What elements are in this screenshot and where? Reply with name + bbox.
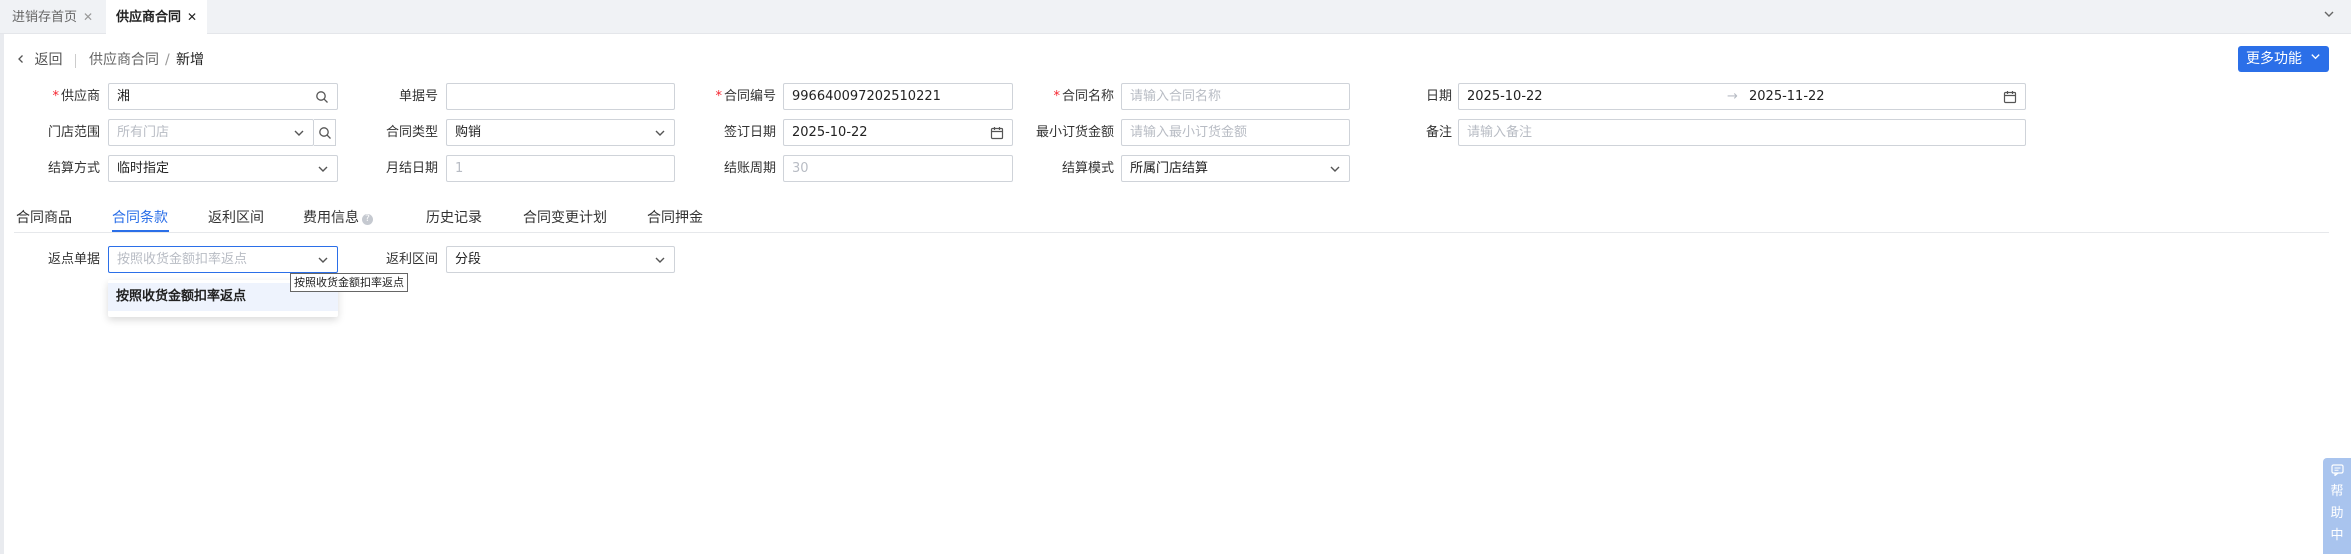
contract-type-select[interactable]: 购销	[446, 119, 675, 146]
rebate-doc-label: 返点单据	[47, 252, 100, 267]
month-settle-label: 月结日期	[385, 161, 438, 176]
subtab-change-plan[interactable]: 合同变更计划	[523, 206, 607, 230]
settle-mode-label: 结算模式	[1061, 161, 1114, 176]
chevron-down-icon[interactable]	[2321, 8, 2337, 24]
subtab-contract-goods[interactable]: 合同商品	[16, 206, 72, 230]
divider	[75, 54, 76, 68]
tab-home[interactable]: 进销存首页 ✕	[2, 0, 103, 34]
date-range-field[interactable]: 2025-10-22 → 2025-11-22	[1458, 83, 2026, 110]
subtab-contract-terms[interactable]: 合同条款	[112, 206, 168, 230]
contract-no-field[interactable]: 996640097202510221	[783, 83, 1013, 110]
contract-no-value: 996640097202510221	[792, 89, 941, 104]
rebate-range-label: 返利区间	[385, 252, 438, 267]
chat-icon	[2323, 464, 2351, 479]
remark-placeholder: 请输入备注	[1467, 125, 1533, 140]
tooltip: 按照收货金额扣率返点	[290, 273, 408, 292]
store-search-button[interactable]	[314, 119, 336, 146]
date-end: 2025-11-22	[1749, 89, 1825, 104]
contract-no-label: * 合同编号	[715, 89, 776, 104]
min-order-field[interactable]: 请输入最小订货金额	[1121, 119, 1350, 146]
settle-method-label: 结算方式	[47, 161, 100, 176]
supplier-value: 湘	[117, 89, 131, 104]
remark-field[interactable]: 请输入备注	[1458, 119, 2026, 146]
subtab-fee-info[interactable]: 费用信息?	[303, 206, 373, 230]
calendar-icon[interactable]	[2003, 90, 2017, 104]
date-start: 2025-10-22	[1467, 89, 1543, 104]
store-scope-select[interactable]: 所有门店	[108, 119, 314, 146]
help-char: 帮	[2330, 484, 2344, 499]
doc-no-field[interactable]	[446, 83, 675, 110]
contract-type-label: 合同类型	[385, 125, 438, 140]
help-center-button[interactable]: 帮 助 中	[2323, 458, 2351, 554]
calendar-icon[interactable]	[990, 126, 1004, 140]
sign-date-field[interactable]: 2025-10-22	[783, 119, 1013, 146]
contract-type-value: 购销	[455, 125, 482, 140]
rebate-doc-select[interactable]: 按照收货金额扣率返点	[108, 246, 338, 273]
chevron-down-icon	[654, 127, 666, 139]
subtab-label: 费用信息	[303, 210, 359, 226]
settle-period-field[interactable]: 30	[783, 155, 1013, 182]
rebate-range-select[interactable]: 分段	[446, 246, 675, 273]
chevron-down-icon	[293, 127, 305, 139]
date-label: 日期	[1425, 89, 1452, 104]
contract-name-label: * 合同名称	[1053, 89, 1114, 104]
chevron-down-icon	[317, 163, 329, 175]
breadcrumb-separator: /	[165, 52, 170, 68]
chevron-down-icon	[317, 254, 329, 266]
chevron-down-icon	[1329, 163, 1341, 175]
breadcrumb-parent[interactable]: 供应商合同	[89, 50, 159, 70]
remark-label: 备注	[1425, 125, 1452, 140]
store-scope-placeholder: 所有门店	[117, 125, 170, 140]
help-char: 助	[2330, 506, 2344, 521]
settle-mode-value: 所属门店结算	[1130, 161, 1209, 176]
settle-method-value: 临时指定	[117, 161, 170, 176]
tab-supplier-contract[interactable]: 供应商合同 ✕	[106, 0, 208, 34]
doc-no-label: 单据号	[398, 89, 438, 104]
sign-date-value: 2025-10-22	[792, 125, 868, 140]
help-char: 中	[2330, 528, 2344, 543]
left-edge	[0, 34, 4, 554]
search-icon	[318, 126, 332, 144]
contract-name-field[interactable]: 请输入合同名称	[1121, 83, 1350, 110]
more-functions-label: 更多功能	[2246, 51, 2302, 67]
back-link[interactable]: 返回	[16, 50, 62, 70]
min-order-label: 最小订货金额	[1035, 125, 1114, 140]
subtab-deposit[interactable]: 合同押金	[647, 206, 703, 230]
chevron-down-icon	[2310, 46, 2321, 72]
settle-mode-select[interactable]: 所属门店结算	[1121, 155, 1350, 182]
month-settle-field[interactable]: 1	[446, 155, 675, 182]
settle-method-select[interactable]: 临时指定	[108, 155, 338, 182]
supplier-field[interactable]: 湘	[108, 83, 338, 110]
min-order-placeholder: 请输入最小订货金额	[1130, 125, 1248, 140]
subtab-history[interactable]: 历史记录	[426, 206, 482, 230]
settle-period-placeholder: 30	[792, 161, 809, 176]
back-label: 返回	[34, 52, 63, 68]
chevron-down-icon	[654, 254, 666, 266]
tab-label: 供应商合同	[116, 10, 182, 25]
more-functions-button[interactable]: 更多功能	[2238, 46, 2329, 72]
month-settle-placeholder: 1	[455, 161, 464, 176]
divider	[14, 232, 2329, 233]
date-arrow: →	[1727, 89, 1738, 104]
chevron-left-icon	[16, 52, 30, 68]
rebate-range-value: 分段	[455, 252, 482, 267]
breadcrumb-current: 新增	[176, 52, 204, 68]
sign-date-label: 签订日期	[723, 125, 776, 140]
search-icon[interactable]	[315, 90, 329, 104]
settle-period-label: 结账周期	[723, 161, 776, 176]
rebate-doc-placeholder: 按照收货金额扣率返点	[117, 252, 248, 267]
tab-label: 进销存首页	[12, 10, 78, 25]
info-icon: ?	[362, 214, 373, 225]
tab-bar: 进销存首页 ✕ 供应商合同 ✕	[0, 0, 2351, 34]
supplier-label: * 供应商	[52, 89, 100, 104]
store-scope-label: 门店范围	[47, 125, 100, 140]
close-icon[interactable]: ✕	[187, 10, 197, 24]
subtab-rebate-range[interactable]: 返利区间	[208, 206, 264, 230]
close-icon[interactable]: ✕	[83, 10, 93, 24]
contract-name-placeholder: 请输入合同名称	[1130, 89, 1222, 104]
